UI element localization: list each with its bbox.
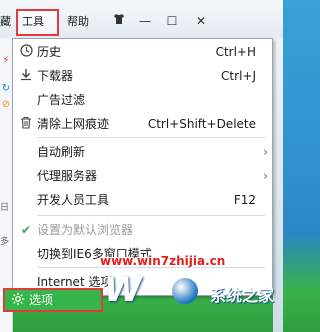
sidebar-partial-text: 日 [0,203,10,213]
menu-item-history[interactable]: 历史 Ctrl+H [13,41,272,63]
watermark-logo-text: 系统之家 [210,286,275,305]
menu-bar: 藏 工具 帮助 — ☐ ✕ [0,0,283,39]
menu-item-clear-traces[interactable]: 清除上网痕迹 Ctrl+Shift+Delete [13,113,272,135]
watermark-url: www.win7zhijia.cn [100,254,226,268]
menu-item-set-default-browser: ✔ 设置为默认浏览器 [20,223,134,237]
maximize-button[interactable]: ☐ [161,11,183,31]
menu-item-auto-refresh[interactable]: 自动刷新 › [13,141,272,163]
menu-partial-item[interactable]: 藏 [0,14,11,30]
download-icon [19,68,33,84]
chevron-right-icon: › [263,169,268,183]
tools-menu[interactable]: 工具 [22,14,44,30]
lightning-icon[interactable]: ⚡ [1,54,11,68]
watermark-logo: W 系统之家 [104,270,274,318]
menu-item-downloader[interactable]: 下载器 Ctrl+J [13,65,272,87]
menu-separator [37,137,265,138]
check-icon: ✔ [20,223,32,237]
clock-icon [19,44,33,60]
options-button[interactable]: 选项 [3,288,103,312]
chevron-right-icon: › [263,145,268,159]
gear-icon [11,292,25,313]
menu-item-ad-filter[interactable]: 广告过滤 [13,89,272,111]
close-button[interactable]: ✕ [190,11,212,31]
minimize-button[interactable]: — [134,11,156,31]
menu-item-proxy-server[interactable]: 代理服务器 › [13,165,272,187]
no-entry-icon[interactable]: ⊘ [1,98,11,112]
help-menu[interactable]: 帮助 [67,14,89,30]
trash-icon [19,116,33,132]
menu-item-developer-tools[interactable]: 开发人员工具 F12 [13,189,272,211]
shirt-icon[interactable] [108,11,130,31]
watermark-globe-icon [172,278,198,304]
sidebar-partial-text-2: 多 [0,237,10,247]
right-scroll-strip [273,38,283,332]
watermark-logo-letter: W [104,270,142,310]
menu-separator [37,215,265,216]
refresh-icon[interactable]: ↻ [1,82,11,96]
